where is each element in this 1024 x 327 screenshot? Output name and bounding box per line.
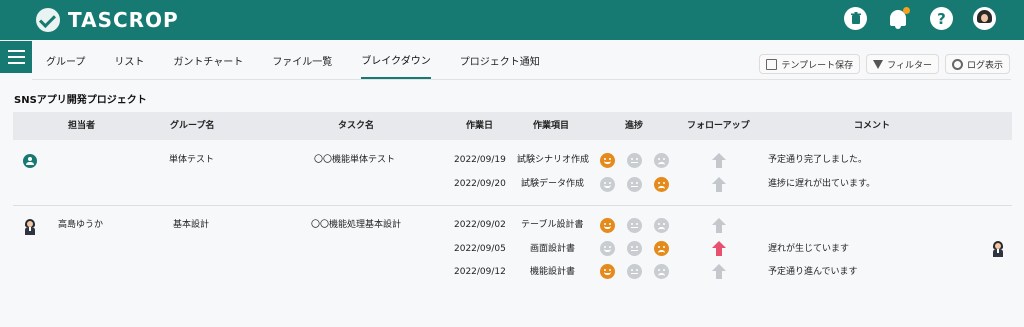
progress-good-icon[interactable] (600, 177, 615, 192)
table-header: 担当者 グループ名 タスク名 作業日 作業項目 進捗 フォローアップ コメント (13, 112, 1012, 140)
comment: 予定通り完了しました。 (768, 155, 868, 165)
log-label: ログ表示 (966, 60, 1003, 71)
user-avatar[interactable] (973, 7, 996, 30)
menu-button[interactable] (0, 41, 32, 73)
save-template-icon (766, 58, 778, 70)
unassigned-user-icon (23, 154, 37, 168)
work-date: 2022/09/20 (454, 179, 506, 189)
progress-bad-icon[interactable] (654, 241, 669, 256)
followup-arrow-icon[interactable] (712, 264, 726, 280)
bell-icon[interactable] (887, 7, 910, 30)
tab-list[interactable]: リスト (114, 41, 144, 79)
log-button[interactable]: ログ表示 (944, 54, 1010, 74)
group-divider (13, 205, 1012, 206)
task-name[interactable]: 〇〇機能処理基本設計 (311, 219, 401, 231)
header-progress: 進捗 (625, 121, 644, 131)
group-name: 単体テスト (169, 155, 215, 165)
header-group: グループ名 (170, 121, 215, 131)
project-title: SNSアプリ開発プロジェクト (14, 95, 147, 106)
progress-good-icon[interactable] (600, 218, 615, 233)
header-assignee: 担当者 (68, 121, 96, 131)
work-date: 2022/09/05 (454, 244, 506, 254)
template-save-button[interactable]: テンプレート保存 (759, 54, 861, 74)
followup-arrow-icon[interactable] (712, 218, 726, 234)
work-item: テーブル設計書 (521, 220, 584, 230)
followup-arrow-icon[interactable] (712, 153, 726, 169)
tab-files[interactable]: ファイル一覧 (272, 41, 332, 79)
trash-glyph (850, 12, 861, 24)
work-item: 機能設計書 (530, 267, 576, 277)
header-date: 作業日 (466, 121, 494, 131)
comment: 進捗に遅れが出ています。 (768, 179, 876, 189)
progress-normal-icon[interactable] (627, 218, 642, 233)
progress-bad-icon[interactable] (654, 153, 669, 168)
tab-divider (32, 79, 1011, 80)
work-date: 2022/09/02 (454, 220, 506, 230)
followup-arrow-icon[interactable] (712, 177, 726, 193)
group-name: 基本設計 (173, 220, 210, 230)
tab-project-notify[interactable]: プロジェクト通知 (460, 41, 540, 79)
header-task: タスク名 (338, 121, 375, 131)
header-followup: フォローアップ (687, 121, 750, 131)
filter-label: フィルター (887, 60, 932, 71)
tab-gantt[interactable]: ガントチャート (173, 41, 243, 79)
app-name: TASCROP (68, 8, 179, 32)
progress-bad-icon[interactable] (654, 264, 669, 279)
progress-normal-icon[interactable] (627, 241, 642, 256)
toolbar: テンプレート保存 フィルター ログ表示 (759, 54, 1010, 74)
work-item: 試験シナリオ作成 (517, 155, 590, 165)
tab-group[interactable]: グループ (46, 41, 85, 79)
view-tabs: グループ リスト ガントチャート ファイル一覧 ブレイクダウン プロジェクト通知 (46, 41, 540, 79)
header-item: 作業項目 (533, 121, 570, 131)
commenter-avatar (992, 241, 1004, 257)
progress-bad-icon[interactable] (654, 177, 669, 192)
work-date: 2022/09/19 (454, 155, 506, 165)
top-bar: TASCROP ? (0, 0, 1024, 40)
progress-bad-icon[interactable] (654, 218, 669, 233)
comment: 遅れが生じています (768, 244, 850, 254)
trash-icon[interactable] (844, 7, 867, 30)
header-comment: コメント (854, 121, 891, 131)
task-name[interactable]: 〇〇機能単体テスト (314, 154, 395, 166)
filter-button[interactable]: フィルター (866, 54, 939, 74)
logo-check-icon (36, 8, 60, 32)
log-icon (951, 58, 963, 70)
app-logo[interactable]: TASCROP (36, 8, 179, 32)
template-save-label: テンプレート保存 (781, 60, 854, 71)
assignee-avatar (24, 219, 36, 235)
assignee-name: 高島ゆうか (58, 220, 104, 230)
filter-icon (873, 59, 884, 69)
followup-raised-arrow-icon[interactable] (712, 241, 726, 257)
help-icon[interactable]: ? (930, 7, 953, 30)
progress-normal-icon[interactable] (627, 153, 642, 168)
progress-normal-icon[interactable] (627, 264, 642, 279)
work-item: 試験データ作成 (521, 179, 585, 189)
comment: 予定通り進んでいます (768, 267, 858, 277)
progress-good-icon[interactable] (600, 153, 615, 168)
work-item: 画面設計書 (530, 244, 576, 254)
progress-good-icon[interactable] (600, 241, 615, 256)
tab-breakdown[interactable]: ブレイクダウン (361, 41, 431, 79)
help-glyph: ? (937, 9, 946, 28)
notification-dot (903, 7, 910, 14)
progress-normal-icon[interactable] (627, 177, 642, 192)
progress-good-icon[interactable] (600, 264, 615, 279)
work-date: 2022/09/12 (454, 267, 506, 277)
